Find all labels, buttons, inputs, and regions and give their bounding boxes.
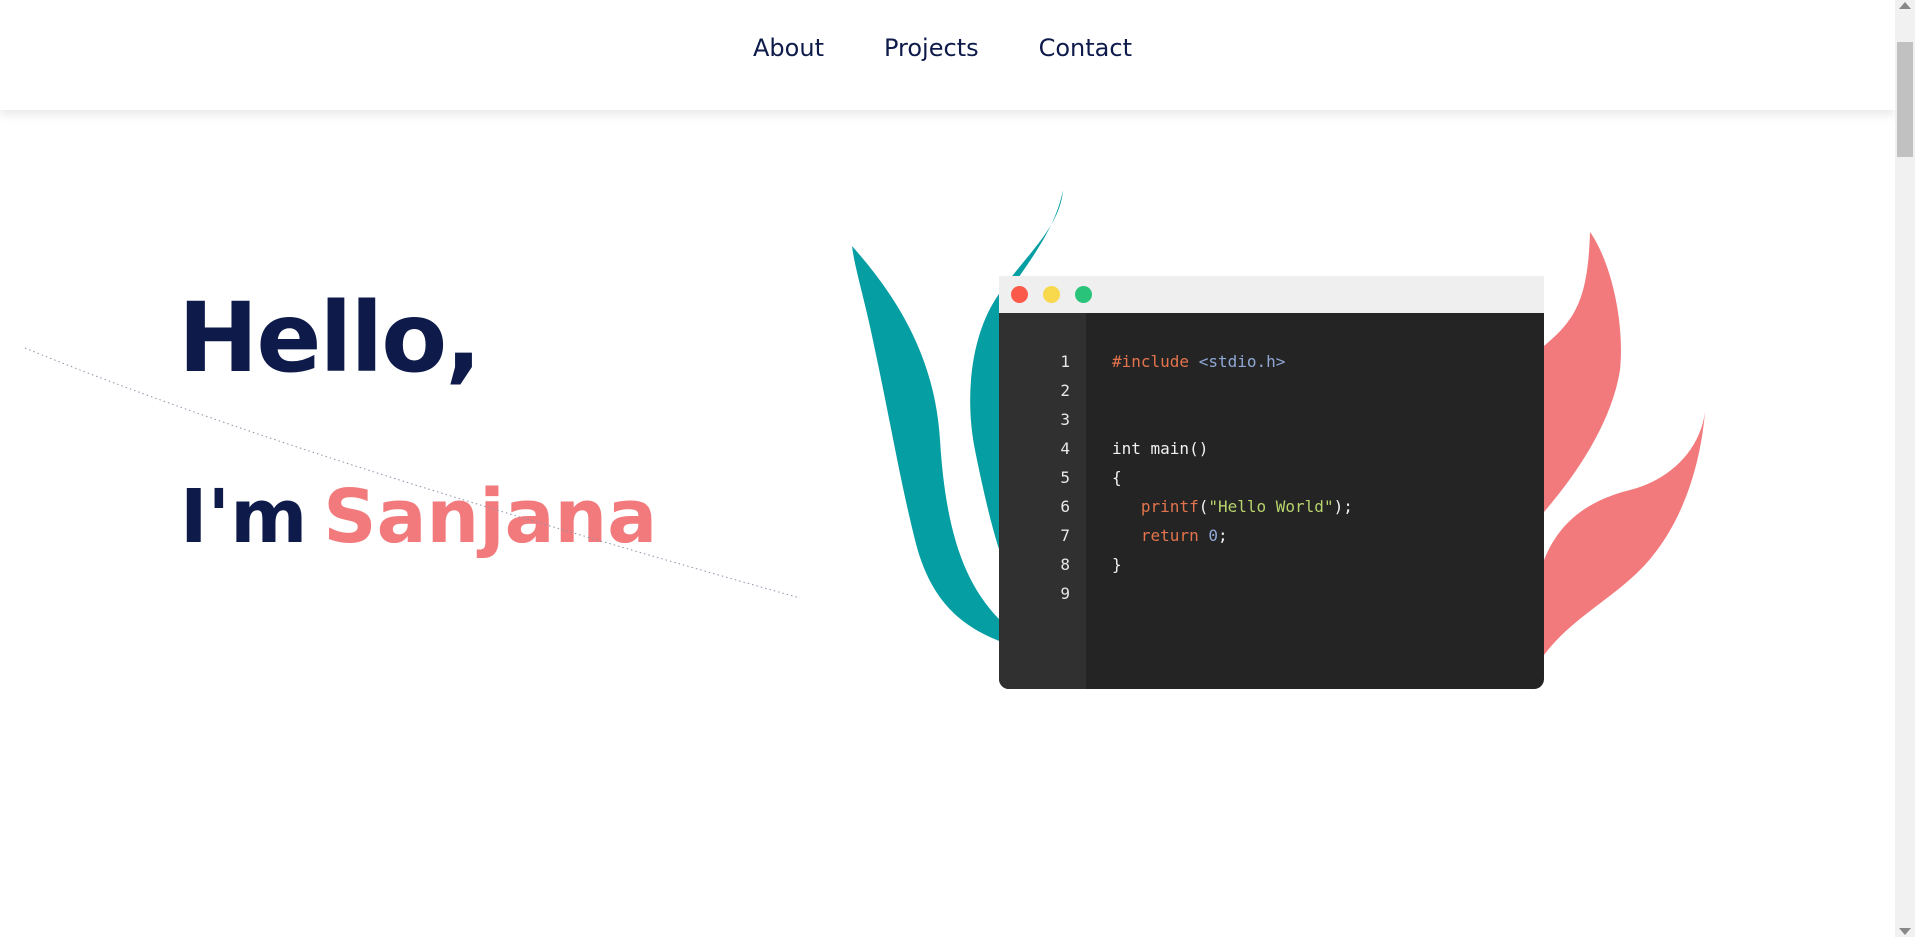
code-editor-window: 1 #include <stdio.h> 2 3 4 int main() 5{6 prin… (999, 276, 1544, 689)
scroll-up-arrow-icon[interactable] (1899, 2, 1911, 9)
scrollbar-thumb[interactable] (1897, 42, 1913, 157)
line-number: 7 (1060, 526, 1070, 545)
top-navbar: About Projects Contact (0, 0, 1895, 110)
code-line: 3 (999, 405, 1544, 434)
code-text: #include <stdio.h> (1112, 347, 1285, 376)
vertical-scrollbar[interactable] (1895, 0, 1915, 937)
line-number: 6 (1060, 497, 1070, 516)
nav-about-link[interactable]: About (753, 34, 824, 62)
coral-leaf-upper (1544, 232, 1621, 512)
code-line: 7 return 0; (999, 521, 1544, 550)
code-text: printf("Hello World"); (1112, 492, 1353, 521)
code-token: ; (1217, 526, 1228, 545)
code-line: 9 (999, 579, 1544, 608)
code-token: return (1140, 526, 1209, 545)
leaf-illustration (852, 190, 1705, 655)
code-text: return 0; (1112, 521, 1228, 550)
code-token: "Hello World" (1208, 497, 1334, 516)
code-line: 4 int main() (999, 434, 1544, 463)
nav-contact-link[interactable]: Contact (1039, 34, 1132, 62)
code-token: <stdio.h> (1198, 352, 1286, 371)
code-token: ( (1198, 497, 1209, 516)
code-line: 8} (999, 550, 1544, 579)
close-dot-icon (1011, 286, 1028, 303)
maximize-dot-icon (1075, 286, 1092, 303)
code-line: 6 printf("Hello World"); (999, 492, 1544, 521)
code-token: int main() (1112, 439, 1209, 458)
code-token: #include (1112, 352, 1199, 371)
line-number: 2 (1060, 381, 1070, 400)
code-token: { (1112, 468, 1122, 487)
code-text: { (1112, 463, 1122, 492)
editor-titlebar (999, 276, 1544, 313)
code-token: ); (1333, 497, 1353, 516)
nav-links: About Projects Contact (0, 34, 1885, 62)
code-text: int main() (1112, 434, 1208, 463)
code-line: 5{ (999, 463, 1544, 492)
line-number: 3 (1060, 410, 1070, 429)
editor-body: 1 #include <stdio.h> 2 3 4 int main() 5{6 prin… (999, 313, 1544, 689)
line-number: 4 (1060, 439, 1070, 458)
minimize-dot-icon (1043, 286, 1060, 303)
code-line: 1 #include <stdio.h> (999, 347, 1544, 376)
scroll-down-arrow-icon[interactable] (1899, 928, 1911, 935)
code-line: 2 (999, 376, 1544, 405)
portfolio-page: About Projects Contact Hello, I'm Sanjana… (0, 0, 1915, 937)
code-token: printf (1140, 497, 1199, 516)
code-text: } (1112, 550, 1122, 579)
line-number: 8 (1060, 555, 1070, 574)
nav-projects-link[interactable]: Projects (884, 34, 979, 62)
line-number: 1 (1060, 352, 1070, 371)
code-token: } (1112, 555, 1122, 574)
line-number: 9 (1060, 584, 1070, 603)
code-token: 0 (1208, 526, 1218, 545)
line-number: 5 (1060, 468, 1070, 487)
